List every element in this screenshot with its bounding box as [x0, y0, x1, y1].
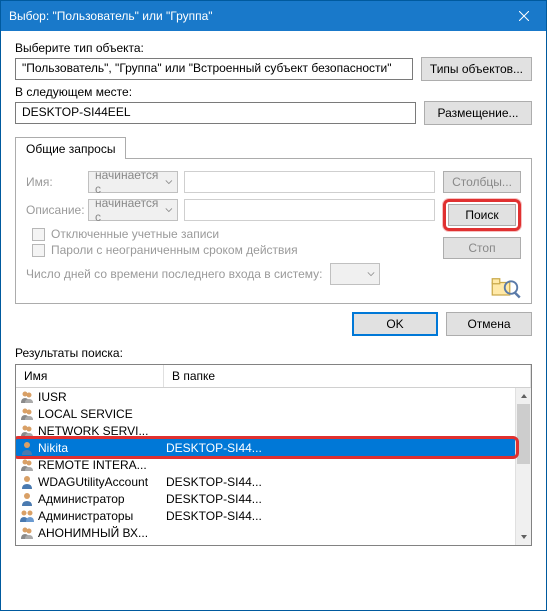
ok-button[interactable]: OK	[352, 312, 438, 336]
table-row[interactable]: АдминистраторыDESKTOP-SI44...	[16, 507, 515, 524]
row-folder: DESKTOP-SI44...	[166, 475, 262, 489]
row-name: Администраторы	[38, 509, 166, 523]
principal-icon	[19, 457, 35, 473]
row-name: NETWORK SERVI...	[38, 424, 166, 438]
row-name: IUSR	[38, 390, 166, 404]
description-match-combo[interactable]: начинается с	[88, 199, 178, 221]
name-match-combo[interactable]: начинается с	[88, 171, 178, 193]
find-button-highlight: Поиск	[443, 199, 521, 231]
checkbox-icon	[32, 228, 45, 241]
table-row[interactable]: АНОНИМНЫЙ ВХ...	[16, 524, 515, 541]
results-listview[interactable]: Имя В папке IUSR LOCAL SERVICE NETWORK SER…	[15, 364, 532, 546]
listview-header: Имя В папке	[16, 365, 531, 388]
group-icon	[19, 508, 35, 524]
user-icon	[19, 491, 35, 507]
name-input[interactable]	[184, 171, 435, 193]
column-name[interactable]: Имя	[16, 365, 164, 387]
row-name: Nikita	[38, 441, 166, 455]
table-row[interactable]: АдминистраторDESKTOP-SI44...	[16, 490, 515, 507]
disabled-accounts-checkbox[interactable]: Отключенные учетные записи	[32, 227, 435, 241]
row-folder: DESKTOP-SI44...	[166, 509, 262, 523]
locations-button[interactable]: Размещение...	[424, 101, 532, 125]
principal-icon	[19, 525, 35, 541]
name-label: Имя:	[26, 175, 82, 189]
days-since-logon-label: Число дней со времени последнего входа в…	[26, 267, 322, 281]
column-folder[interactable]: В папке	[164, 365, 531, 387]
query-section: Общие запросы Имя: начинается с Описание…	[15, 137, 532, 304]
table-row[interactable]: NETWORK SERVI...	[16, 422, 515, 439]
row-name: REMOTE INTERA...	[38, 458, 166, 472]
table-row[interactable]: REMOTE INTERA...	[16, 456, 515, 473]
location-field[interactable]: DESKTOP-SI44EEL	[15, 102, 416, 124]
scroll-up-icon[interactable]	[516, 388, 531, 404]
days-combo[interactable]	[330, 263, 380, 285]
vertical-scrollbar[interactable]	[515, 388, 531, 545]
find-now-button[interactable]: Поиск	[448, 204, 516, 226]
description-label: Описание:	[26, 203, 82, 217]
row-name: АНОНИМНЫЙ ВХ...	[38, 526, 166, 540]
nonexpiring-passwords-checkbox[interactable]: Пароли с неограниченным сроком действия	[32, 243, 435, 257]
user-icon	[19, 440, 35, 456]
window-title: Выбор: "Пользователь" или "Группа"	[9, 9, 501, 23]
object-type-label: Выберите тип объекта:	[15, 41, 532, 55]
results-label: Результаты поиска:	[15, 346, 532, 360]
description-input[interactable]	[184, 199, 435, 221]
scroll-thumb[interactable]	[517, 404, 530, 464]
checkbox-icon	[32, 244, 45, 257]
directory-search-icon[interactable]	[491, 275, 521, 295]
table-row[interactable]: IUSR	[16, 388, 515, 405]
principal-icon	[19, 423, 35, 439]
row-folder: DESKTOP-SI44...	[166, 441, 262, 455]
table-row[interactable]: NikitaDESKTOP-SI44...	[16, 439, 515, 456]
dialog-window: Выбор: "Пользователь" или "Группа" Выбер…	[0, 0, 547, 611]
row-name: LOCAL SERVICE	[38, 407, 166, 421]
principal-icon	[19, 406, 35, 422]
table-row[interactable]: LOCAL SERVICE	[16, 405, 515, 422]
cancel-button[interactable]: Отмена	[446, 312, 532, 336]
user-icon	[19, 474, 35, 490]
tab-common-queries[interactable]: Общие запросы	[15, 137, 126, 159]
row-folder: DESKTOP-SI44...	[166, 492, 262, 506]
scroll-down-icon[interactable]	[516, 529, 531, 545]
close-button[interactable]	[501, 1, 546, 31]
row-name: Администратор	[38, 492, 166, 506]
object-types-button[interactable]: Типы объектов...	[421, 57, 532, 81]
principal-icon	[19, 389, 35, 405]
columns-button[interactable]: Столбцы...	[443, 171, 521, 193]
table-row[interactable]: WDAGUtilityAccountDESKTOP-SI44...	[16, 473, 515, 490]
object-type-field[interactable]: "Пользователь", "Группа" или "Встроенный…	[15, 58, 413, 80]
row-name: WDAGUtilityAccount	[38, 475, 166, 489]
dialog-content: Выберите тип объекта: "Пользователь", "Г…	[1, 31, 546, 552]
stop-button[interactable]: Стоп	[443, 237, 521, 259]
titlebar: Выбор: "Пользователь" или "Группа"	[1, 1, 546, 31]
location-label: В следующем месте:	[15, 85, 532, 99]
